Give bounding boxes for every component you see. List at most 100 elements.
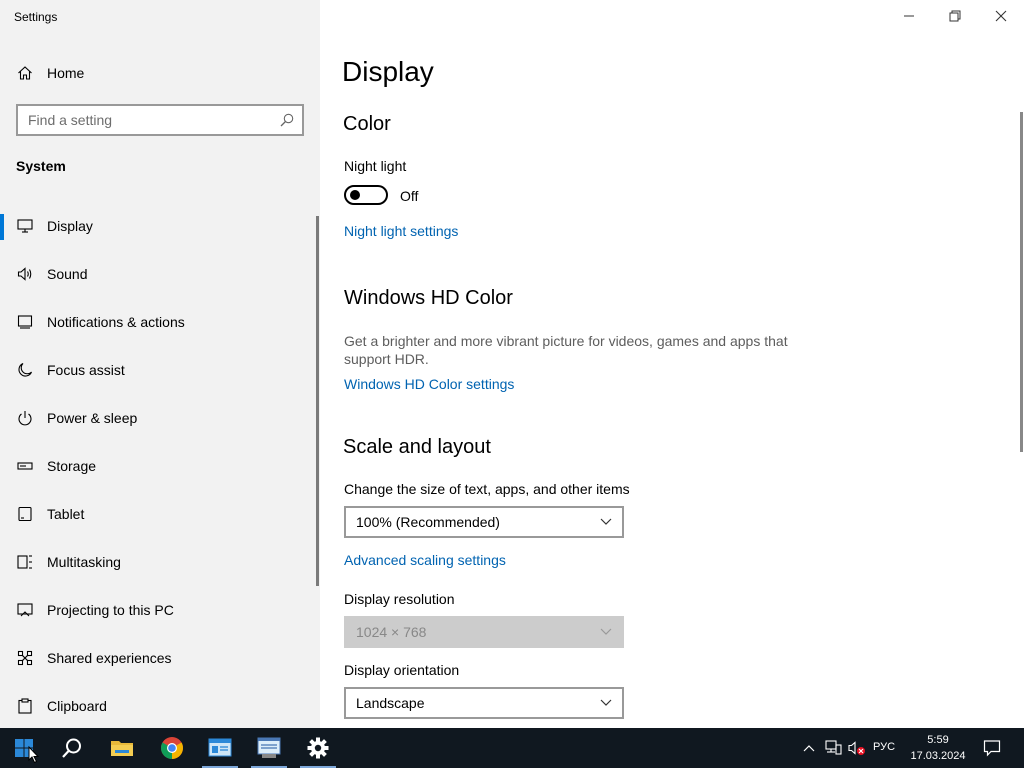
close-icon (995, 10, 1007, 22)
search-taskbar-button[interactable] (48, 728, 96, 768)
sidebar-item-multitasking[interactable]: Multitasking (0, 540, 316, 588)
volume-tray-button[interactable] (846, 728, 868, 768)
speaker-icon (17, 267, 32, 281)
settings-taskbar-button[interactable] (294, 728, 342, 768)
search-box[interactable] (16, 104, 304, 136)
search-icon (62, 738, 81, 758)
monitor-icon (17, 219, 33, 233)
sidebar-item-label: Tablet (47, 506, 85, 522)
minimize-icon (904, 15, 914, 17)
clock-time: 5:59 (927, 734, 949, 746)
scale-value: 100% (Recommended) (356, 514, 500, 530)
orientation-dropdown[interactable]: Landscape (344, 687, 624, 719)
section-title: System (16, 158, 66, 174)
sidebar-item-sound[interactable]: Sound (0, 252, 316, 300)
taskbar: РУС 5:59 17.03.2024 (0, 728, 1024, 768)
color-heading: Color (343, 113, 391, 135)
sidebar-item-focus-assist[interactable]: Focus assist (0, 348, 316, 396)
sidebar-scrollbar[interactable] (316, 216, 319, 586)
sidebar-item-tablet[interactable]: Tablet (0, 492, 316, 540)
chevron-down-icon (600, 628, 612, 635)
power-icon (18, 411, 32, 426)
notification-icon (17, 315, 33, 329)
search-input[interactable] (18, 106, 268, 134)
clipboard-icon (18, 698, 32, 714)
network-tray-button[interactable] (822, 728, 844, 768)
main-content: Display Color Night light Off Night ligh… (320, 0, 1024, 728)
sidebar-item-label: Power & sleep (47, 410, 138, 426)
language-indicator[interactable]: РУС (873, 741, 895, 753)
search-icon[interactable] (280, 113, 294, 127)
start-button[interactable] (0, 728, 48, 768)
sidebar-item-label: Notifications & actions (47, 314, 185, 330)
file-explorer-button[interactable] (98, 728, 146, 768)
clock[interactable]: 5:59 17.03.2024 (906, 732, 970, 764)
chevron-down-icon (600, 518, 612, 525)
chevron-down-icon (600, 699, 612, 706)
gear-icon (307, 737, 329, 759)
sidebar-item-label: Shared experiences (47, 650, 172, 666)
home-nav-item[interactable]: Home (0, 58, 320, 88)
resolution-value: 1024 × 768 (356, 624, 427, 640)
home-label: Home (47, 65, 85, 81)
sidebar-item-label: Sound (47, 266, 88, 282)
chevron-up-icon (803, 745, 815, 752)
shared-experiences-icon (17, 650, 33, 666)
projecting-icon (17, 603, 33, 617)
resolution-label: Display resolution (344, 591, 455, 607)
chrome-button[interactable] (148, 728, 196, 768)
clock-date: 17.03.2024 (910, 750, 966, 762)
sidebar-nav: Display Sound Notifications & actions Fo… (0, 204, 320, 732)
scale-dropdown[interactable]: 100% (Recommended) (344, 506, 624, 538)
home-icon (18, 66, 32, 80)
scale-label: Change the size of text, apps, and other… (344, 481, 630, 497)
hd-color-settings-link[interactable]: Windows HD Color settings (344, 376, 514, 392)
scale-layout-heading: Scale and layout (343, 436, 491, 458)
page-title: Display (342, 56, 434, 87)
sidebar-item-label: Projecting to this PC (47, 602, 174, 618)
sidebar-item-notifications[interactable]: Notifications & actions (0, 300, 316, 348)
network-window-icon (257, 737, 281, 758)
night-light-toggle[interactable] (344, 185, 388, 205)
control-panel-icon (208, 738, 232, 757)
action-center-icon (983, 740, 1001, 757)
sidebar-item-label: Display (47, 218, 93, 234)
close-button[interactable] (978, 0, 1024, 32)
sidebar-item-label: Clipboard (47, 698, 107, 714)
sidebar-item-clipboard[interactable]: Clipboard (0, 684, 316, 732)
sidebar-item-display[interactable]: Display (0, 204, 316, 252)
orientation-value: Landscape (356, 695, 425, 711)
app-title: Settings (14, 10, 58, 24)
folder-icon (111, 741, 133, 756)
hd-color-description: Get a brighter and more vibrant picture … (344, 333, 788, 367)
sidebar-item-storage[interactable]: Storage (0, 444, 316, 492)
network-icon (825, 740, 842, 755)
sidebar-item-projecting[interactable]: Projecting to this PC (0, 588, 316, 636)
minimize-button[interactable] (886, 0, 932, 32)
night-light-settings-link[interactable]: Night light settings (344, 223, 458, 239)
sidebar-item-label: Focus assist (47, 362, 125, 378)
multitasking-icon (17, 555, 32, 569)
tablet-icon (18, 506, 32, 522)
mouse-cursor-icon (28, 746, 40, 764)
night-light-label: Night light (344, 158, 407, 174)
storage-icon (17, 462, 33, 470)
advanced-scaling-link[interactable]: Advanced scaling settings (344, 552, 506, 568)
moon-icon (18, 362, 33, 377)
hd-color-heading: Windows HD Color (344, 287, 513, 309)
orientation-label: Display orientation (344, 662, 460, 678)
show-hidden-icons-button[interactable] (800, 728, 818, 768)
sidebar-item-label: Storage (47, 458, 97, 474)
chrome-icon (161, 737, 183, 759)
sidebar-item-shared-experiences[interactable]: Shared experiences (0, 636, 316, 684)
sidebar-item-label: Multitasking (47, 554, 121, 570)
main-scrollbar[interactable] (1020, 112, 1023, 452)
sidebar: Settings Home System Display (0, 0, 320, 728)
network-settings-button[interactable] (245, 728, 293, 768)
speaker-muted-icon (848, 741, 865, 755)
sidebar-item-power-sleep[interactable]: Power & sleep (0, 396, 316, 444)
control-panel-button[interactable] (196, 728, 244, 768)
action-center-button[interactable] (978, 728, 1006, 768)
restore-button[interactable] (932, 0, 978, 32)
toggle-knob (350, 190, 360, 200)
